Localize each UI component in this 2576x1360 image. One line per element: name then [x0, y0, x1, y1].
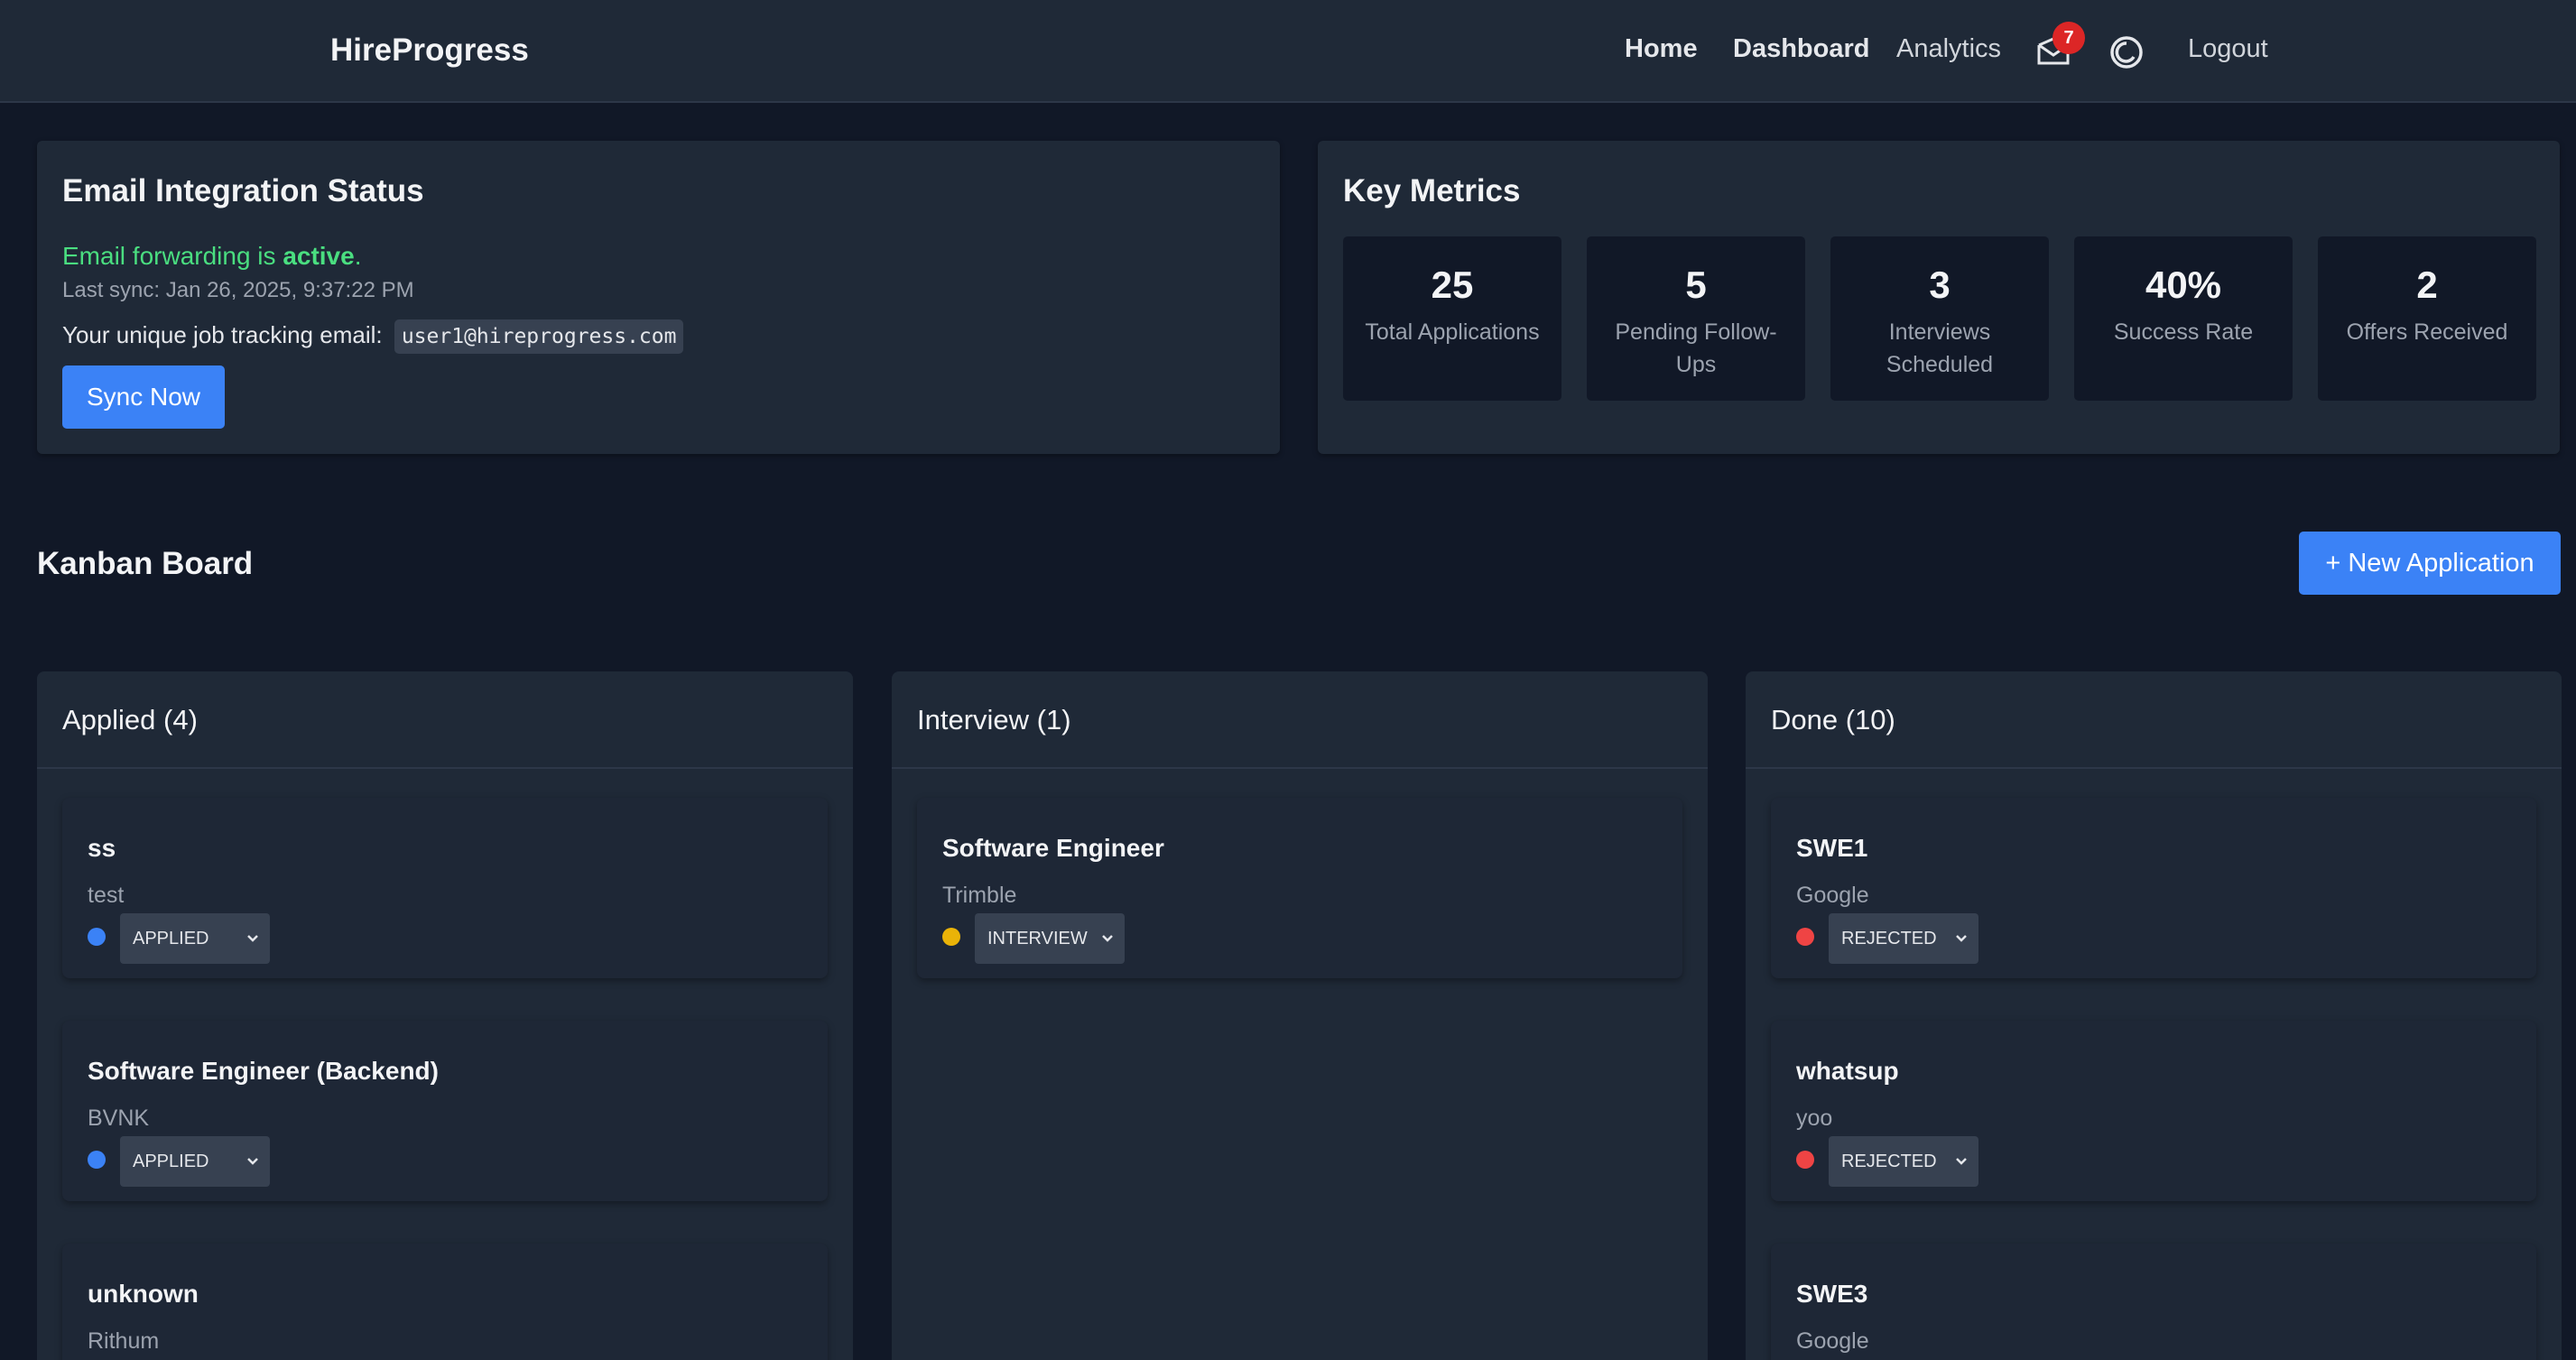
status-select[interactable]: INTERVIEW — [975, 913, 1125, 964]
email-integration-panel: Email Integration Status Email forwardin… — [37, 141, 1280, 454]
chevron-down-icon — [1956, 935, 1967, 942]
application-card[interactable]: SWE3 Google — [1771, 1244, 2536, 1360]
mail-count-badge: 7 — [2052, 22, 2085, 54]
metric-label: Pending Follow-Ups — [1615, 319, 1777, 377]
kanban-board-title: Kanban Board — [37, 546, 254, 581]
status-select[interactable]: REJECTED — [1829, 1136, 1978, 1187]
kanban-column-done: Done (10) SWE1 Google REJECTED whatsup y… — [1746, 671, 2562, 1360]
metric-value: 2 — [2416, 264, 2438, 306]
metric-pending-follow-ups: 5 Pending Follow-Ups — [1587, 236, 1805, 401]
brand-logo[interactable]: HireProgress — [330, 32, 529, 69]
card-company: Trimble — [942, 883, 1017, 908]
card-title: whatsup — [1796, 1057, 1899, 1085]
theme-toggle-icon[interactable] — [2108, 34, 2145, 70]
top-navbar: HireProgress Home Dashboard Analytics 7 … — [0, 0, 2576, 103]
chevron-down-icon — [1102, 935, 1113, 942]
status-dot — [1796, 1151, 1814, 1169]
column-header: Interview (1) — [892, 671, 1708, 769]
card-title: ss — [88, 834, 116, 862]
status-dot — [1796, 928, 1814, 946]
chevron-down-icon — [247, 935, 258, 942]
metric-value: 25 — [1431, 264, 1474, 306]
forwarding-state: active — [283, 242, 355, 270]
column-title: Applied (4) — [62, 704, 198, 736]
application-card[interactable]: Software Engineer (Backend) BVNK APPLIED — [62, 1021, 828, 1201]
metric-total-applications: 25 Total Applications — [1343, 236, 1561, 401]
metric-value: 5 — [1685, 264, 1707, 306]
status-dot — [88, 1151, 106, 1169]
metric-value: 3 — [1929, 264, 1951, 306]
email-integration-title: Email Integration Status — [62, 173, 424, 208]
application-card[interactable]: whatsup yoo REJECTED — [1771, 1021, 2536, 1201]
chevron-down-icon — [1956, 1158, 1967, 1165]
nav-dashboard-link[interactable]: Dashboard — [1733, 34, 1869, 64]
status-select[interactable]: APPLIED — [120, 1136, 270, 1187]
column-title: Interview (1) — [917, 704, 1071, 736]
last-sync-text: Last sync: Jan 26, 2025, 9:37:22 PM — [62, 278, 414, 302]
status-dot — [88, 928, 106, 946]
application-card[interactable]: SWE1 Google REJECTED — [1771, 798, 2536, 978]
metric-interviews-scheduled: 3 Interviews Scheduled — [1830, 236, 2049, 401]
card-company: Google — [1796, 1328, 1869, 1354]
application-card[interactable]: ss test APPLIED — [62, 798, 828, 978]
status-select[interactable]: REJECTED — [1829, 913, 1978, 964]
metric-value: 40% — [2145, 264, 2222, 306]
nav-home-link[interactable]: Home — [1625, 34, 1698, 64]
card-title: SWE1 — [1796, 834, 1868, 862]
column-title: Done (10) — [1771, 704, 1895, 736]
status-select[interactable]: APPLIED — [120, 913, 270, 964]
card-company: test — [88, 883, 125, 908]
card-company: yoo — [1796, 1106, 1833, 1131]
metric-label: Interviews Scheduled — [1886, 319, 1994, 377]
application-card[interactable]: Software Engineer Trimble INTERVIEW — [917, 798, 1682, 978]
column-header: Applied (4) — [37, 671, 853, 769]
kanban-column-interview: Interview (1) Software Engineer Trimble … — [892, 671, 1708, 1360]
card-company: Google — [1796, 883, 1869, 908]
application-card[interactable]: unknown Rithum — [62, 1244, 828, 1360]
kanban-column-applied: Applied (4) ss test APPLIED Software Eng… — [37, 671, 853, 1360]
nav-analytics-link[interactable]: Analytics — [1896, 34, 2001, 64]
metric-label: Offers Received — [2346, 319, 2508, 345]
metric-success-rate: 40% Success Rate — [2074, 236, 2293, 401]
metric-label: Total Applications — [1365, 319, 1540, 345]
status-dot — [942, 928, 960, 946]
sync-now-button[interactable]: Sync Now — [62, 365, 225, 429]
key-metrics-panel: Key Metrics 25 Total Applications 5 Pend… — [1318, 141, 2560, 454]
forwarding-status-text: Email forwarding is active. — [62, 242, 362, 270]
logout-link[interactable]: Logout — [2188, 34, 2268, 64]
metric-label: Success Rate — [2113, 319, 2254, 345]
card-company: Rithum — [88, 1328, 160, 1354]
tracking-email-address: user1@hireprogress.com — [394, 319, 684, 354]
tracking-email-line: Your unique job tracking email: user1@hi… — [62, 319, 684, 354]
card-title: unknown — [88, 1280, 199, 1308]
metric-offers-received: 2 Offers Received — [2318, 236, 2536, 401]
card-title: Software Engineer (Backend) — [88, 1057, 439, 1085]
chevron-down-icon — [247, 1158, 258, 1165]
card-title: Software Engineer — [942, 834, 1164, 862]
card-title: SWE3 — [1796, 1280, 1868, 1308]
card-company: BVNK — [88, 1106, 150, 1131]
column-header: Done (10) — [1746, 671, 2562, 769]
tracking-email-label: Your unique job tracking email: — [62, 321, 383, 348]
new-application-button[interactable]: + New Application — [2299, 532, 2561, 595]
key-metrics-title: Key Metrics — [1343, 173, 1521, 208]
